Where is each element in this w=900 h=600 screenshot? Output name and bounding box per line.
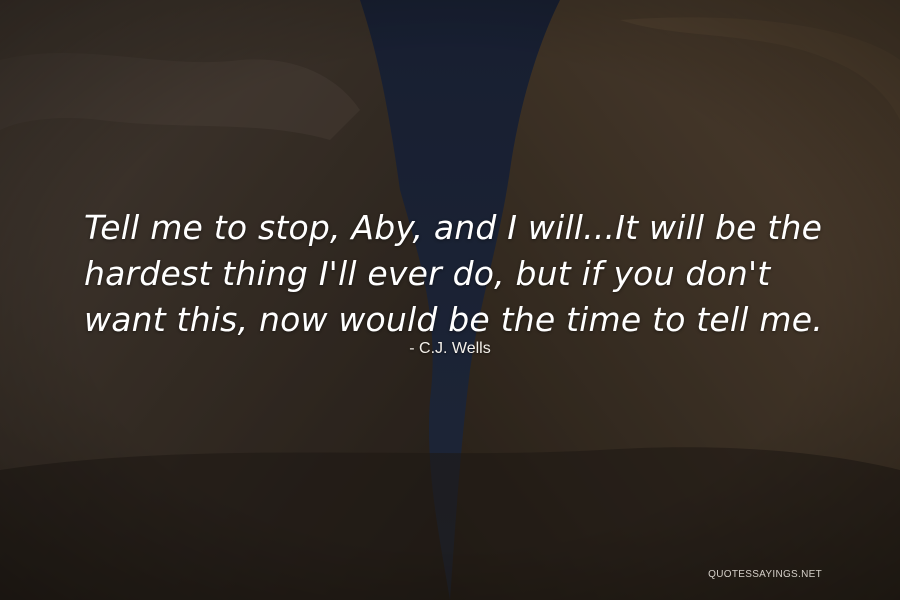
quote-author: - C.J. Wells [409, 340, 491, 357]
quote-card: Tell me to stop, Aby, and I will...It wi… [0, 0, 900, 600]
quote-block: Tell me to stop, Aby, and I will...It wi… [84, 205, 844, 343]
site-watermark: QUOTESSAYINGS.NET [708, 569, 822, 580]
quote-text: Tell me to stop, Aby, and I will...It wi… [84, 208, 823, 339]
